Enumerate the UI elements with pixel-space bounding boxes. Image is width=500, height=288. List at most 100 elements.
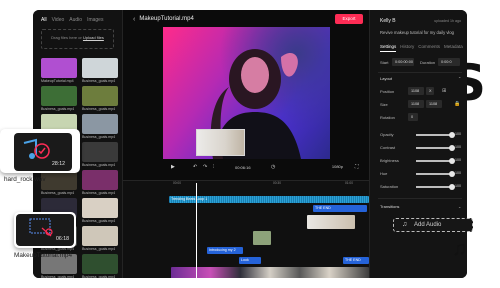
library-item-thumbnail bbox=[82, 58, 118, 78]
picture-in-picture-overlay[interactable] bbox=[196, 129, 245, 156]
add-audio-label: Add Audio bbox=[414, 222, 442, 228]
timer-icon: ◷ bbox=[271, 164, 276, 170]
split-icon[interactable]: ⫶ bbox=[213, 164, 214, 170]
library-item-caption: MakeupTutorial.mp4 bbox=[41, 79, 74, 83]
start-field[interactable]: 0:00:00:00 bbox=[392, 58, 414, 66]
video-clip[interactable] bbox=[253, 231, 271, 245]
fullscreen-icon[interactable]: ⛶ bbox=[355, 164, 359, 170]
adjustment-slider[interactable] bbox=[416, 158, 455, 164]
tab-history[interactable]: History bbox=[400, 44, 414, 49]
video-duration: 06:18 bbox=[56, 236, 69, 242]
library-item[interactable]: Business_goals.mp4 bbox=[41, 170, 77, 198]
dropzone-text: Drag files here or bbox=[51, 35, 82, 40]
tab-comments[interactable]: Comments bbox=[418, 44, 440, 49]
expand-chevron-icon[interactable]: ⌄ bbox=[458, 204, 461, 209]
slider-fill bbox=[416, 160, 452, 162]
library-item-caption: Business_goals.mp4 bbox=[82, 107, 116, 111]
adjustment-slider[interactable] bbox=[416, 132, 455, 138]
lock-icon[interactable]: 🔒 bbox=[454, 101, 460, 107]
library-tabs: All Video Audio Images bbox=[33, 10, 122, 23]
add-audio-button[interactable]: ♫ Add Audio bbox=[393, 218, 473, 232]
library-item-caption: Business_goals.mp4 bbox=[82, 163, 116, 167]
adjustment-slider[interactable] bbox=[416, 171, 455, 177]
rotation-field[interactable]: 0 bbox=[408, 113, 418, 121]
library-item[interactable]: Business_goals.mp4 bbox=[82, 58, 118, 86]
video-frame[interactable] bbox=[163, 27, 330, 159]
library-item[interactable]: Business_goals.mp4 bbox=[82, 198, 118, 226]
image-clip[interactable] bbox=[307, 215, 355, 229]
preview-title: MakeupTutorial.mp4 bbox=[139, 16, 194, 22]
library-item-caption: Business_goals.mp4 bbox=[41, 275, 75, 278]
current-time: 00:06:16 bbox=[235, 165, 251, 170]
upload-dropzone[interactable]: Drag files here or Upload files bbox=[41, 29, 114, 49]
library-item[interactable]: Business_goals.mp4 bbox=[82, 170, 118, 198]
library-item[interactable]: Business_goals.mp4 bbox=[82, 114, 118, 142]
library-item-caption: Business_goals.mp4 bbox=[82, 191, 116, 195]
rotation-label: Rotation bbox=[380, 115, 395, 120]
adjustment-slider[interactable] bbox=[416, 145, 455, 151]
position-x-field[interactable]: 1108 bbox=[408, 87, 424, 95]
upload-files-link[interactable]: Upload files bbox=[83, 35, 104, 40]
video-file-name: MakeupTutorial.mp4 bbox=[14, 252, 73, 259]
library-item[interactable]: Business_goals.mp4 bbox=[41, 86, 77, 114]
tab-all[interactable]: All bbox=[41, 17, 47, 23]
tab-video[interactable]: Video bbox=[52, 17, 65, 23]
video-file-card[interactable]: 06:18 bbox=[14, 212, 76, 248]
export-button[interactable]: Export bbox=[335, 14, 363, 24]
timeline: 00:00 00:30 01:00 Trending Beats Loop 1 … bbox=[123, 180, 369, 278]
audio-file-card[interactable]: 28:12 bbox=[0, 129, 80, 173]
library-item[interactable]: Business_goals.mp4 bbox=[82, 226, 118, 254]
video-card-thumbnail: 06:18 bbox=[16, 214, 74, 246]
duration-label: Duration bbox=[420, 60, 436, 65]
preview-panel: ‹ MakeupTutorial.mp4 Export ▶ ↶ ↷ ⫶ 00:0… bbox=[123, 10, 369, 180]
text-clip[interactable]: THE END bbox=[343, 257, 369, 264]
adjustment-slider[interactable] bbox=[416, 184, 455, 190]
project-caption[interactable]: Revive makeup tutorial for my daily vlog bbox=[380, 30, 454, 35]
size-label: Size bbox=[380, 102, 388, 107]
library-item[interactable]: Business_goals.mp4 bbox=[82, 142, 118, 170]
back-chevron-icon[interactable]: ‹ bbox=[133, 16, 135, 23]
library-item[interactable]: Business_goals.mp4 bbox=[82, 254, 118, 278]
tab-metadata[interactable]: Metadata bbox=[444, 44, 463, 49]
timeline-ruler: 00:00 00:30 01:00 bbox=[123, 181, 369, 187]
library-item-caption: Business_goals.mp4 bbox=[82, 79, 116, 83]
library-item-caption: Business_goals.mp4 bbox=[41, 107, 75, 111]
library-item-caption: Business_goals.mp4 bbox=[82, 135, 116, 139]
library-item-thumbnail bbox=[41, 58, 77, 78]
main-video-track[interactable] bbox=[171, 267, 369, 278]
resolution-select[interactable]: 1080p bbox=[332, 164, 343, 169]
library-item-caption: Business_goals.mp4 bbox=[41, 191, 75, 195]
undo-icon[interactable]: ↶ bbox=[193, 164, 197, 170]
library-item[interactable]: MakeupTutorial.mp4 bbox=[41, 58, 77, 86]
play-icon[interactable]: ▶ bbox=[171, 164, 175, 170]
ruler-tick: 01:00 bbox=[345, 181, 353, 185]
ruler-tick: 00:00 bbox=[173, 181, 181, 185]
library-item-thumbnail bbox=[82, 170, 118, 190]
redo-icon[interactable]: ↷ bbox=[203, 164, 207, 170]
size-height-field[interactable]: 1108 bbox=[426, 100, 442, 108]
library-item-caption: Business_goals.mp4 bbox=[82, 247, 116, 251]
slider-fill bbox=[416, 134, 452, 136]
playhead[interactable] bbox=[196, 183, 197, 278]
text-clip-label: THE END bbox=[345, 258, 361, 262]
text-clip-label: Introducing my 2 bbox=[209, 248, 236, 252]
library-item[interactable]: Business_goals.mp4 bbox=[82, 86, 118, 114]
audio-clip[interactable]: Trending Beats Loop 1 bbox=[169, 196, 369, 203]
text-clip[interactable]: Introducing my 2 bbox=[207, 247, 243, 254]
text-clip[interactable]: Look bbox=[239, 257, 261, 264]
size-width-field[interactable]: 1108 bbox=[408, 100, 424, 108]
link-icon[interactable]: ⊞ bbox=[442, 88, 446, 94]
slider-label: Contrast bbox=[380, 145, 396, 150]
preview-header: ‹ MakeupTutorial.mp4 bbox=[123, 10, 369, 28]
tab-audio[interactable]: Audio bbox=[69, 17, 82, 23]
collapse-chevron-icon[interactable]: ⌃ bbox=[458, 76, 461, 81]
audio-file-icon: ♫ bbox=[402, 221, 408, 228]
duration-field[interactable]: 0:00:0 bbox=[438, 58, 460, 66]
start-label: Start bbox=[380, 60, 389, 65]
position-y-field[interactable]: X bbox=[426, 87, 434, 95]
divider bbox=[378, 198, 462, 199]
library-item-caption: Business_goals.mp4 bbox=[82, 275, 116, 278]
text-clip[interactable]: THE END bbox=[313, 205, 367, 212]
tab-settings[interactable]: Settings bbox=[380, 44, 396, 49]
tab-images[interactable]: Images bbox=[87, 17, 103, 23]
